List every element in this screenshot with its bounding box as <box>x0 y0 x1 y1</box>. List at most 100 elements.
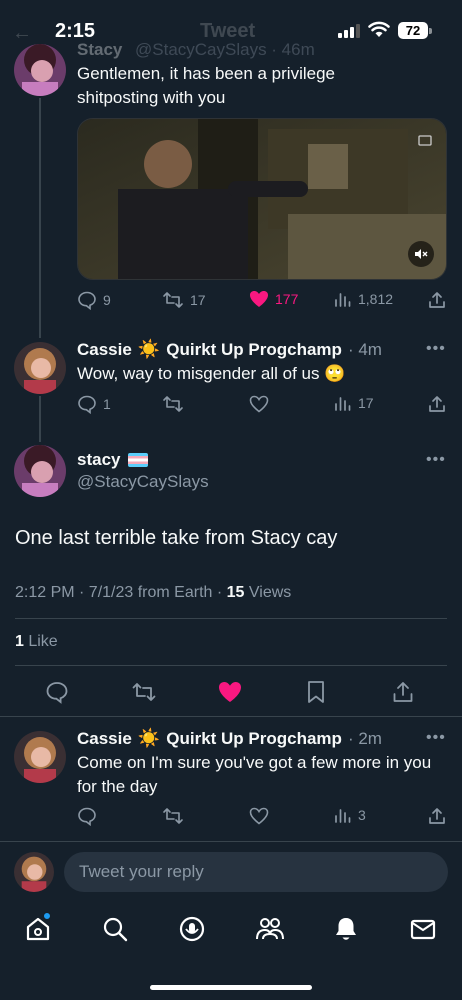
reply-button[interactable] <box>45 680 69 709</box>
author-name[interactable]: Cassie <box>77 340 132 360</box>
reply-icon <box>46 682 68 704</box>
cellular-signal-icon <box>338 24 360 38</box>
avatar[interactable] <box>14 445 66 497</box>
thread-line <box>39 396 41 442</box>
reply-icon <box>78 291 96 310</box>
stacy-avatar[interactable] <box>14 445 66 497</box>
more-options-icon[interactable]: ••• <box>426 451 446 469</box>
reply-time: · 2m <box>347 728 382 748</box>
heart-icon <box>249 395 269 413</box>
bookmark-icon <box>308 681 324 703</box>
retweet-icon <box>163 808 183 824</box>
retweet-button[interactable] <box>131 680 157 709</box>
tweet-text: Gentlemen, it has been a privilege shitp… <box>77 64 335 107</box>
reply-text: Come on I'm sure you've got a few more i… <box>77 753 432 796</box>
author-name[interactable]: Stacy <box>77 40 122 60</box>
author-name[interactable]: Cassie <box>77 729 132 749</box>
avatar[interactable] <box>14 342 66 394</box>
stacy-avatar-image <box>14 44 66 96</box>
sun-emoji-icon: ☀️ <box>137 339 161 359</box>
more-options-icon[interactable]: ••• <box>426 340 446 358</box>
views-action[interactable]: 1,812 <box>334 290 393 308</box>
like-action[interactable]: 177 <box>249 290 298 308</box>
battery-tip <box>429 28 432 34</box>
nav-communities[interactable] <box>255 915 285 948</box>
share-action[interactable] <box>428 395 446 418</box>
retweet-action[interactable] <box>162 806 184 826</box>
views-count: 1,812 <box>358 291 394 307</box>
bookmark-button[interactable] <box>306 680 326 709</box>
nav-notifications[interactable] <box>332 915 360 948</box>
cassie-avatar-image <box>14 731 66 783</box>
author-display-suffix[interactable]: Quirkt Up Progchamp <box>166 729 342 749</box>
share-icon <box>429 396 445 412</box>
reply-count: 1 <box>103 396 111 412</box>
more-options-icon[interactable]: ••• <box>426 729 446 747</box>
views-icon <box>335 397 351 411</box>
wifi-icon <box>368 21 390 37</box>
cassie-avatar[interactable] <box>14 342 66 394</box>
tweet-video[interactable] <box>77 118 447 280</box>
likes-summary[interactable]: 1 Like <box>15 633 58 651</box>
mute-button[interactable] <box>408 241 434 267</box>
author-handle[interactable]: @StacyCaySlays <box>77 472 209 492</box>
notification-dot <box>43 912 51 920</box>
main-author-row: stacy <box>77 450 149 470</box>
nav-search[interactable] <box>101 915 129 948</box>
retweet-count: 17 <box>190 292 206 308</box>
nav-spaces[interactable] <box>178 915 206 948</box>
cassie-avatar[interactable] <box>14 852 54 892</box>
avatar[interactable] <box>14 44 66 96</box>
likes-count: 1 <box>15 633 24 650</box>
divider <box>15 618 447 619</box>
like-action[interactable] <box>249 395 269 413</box>
like-action[interactable] <box>249 807 269 825</box>
stacy-avatar[interactable] <box>14 44 66 96</box>
author-handle-time: @StacyCaySlays · 46m <box>135 40 315 59</box>
author-name[interactable]: stacy <box>77 450 120 470</box>
views-label: Views <box>244 584 292 601</box>
heart-icon <box>249 807 269 825</box>
nav-messages[interactable] <box>409 915 437 948</box>
reply-count: 9 <box>103 292 111 308</box>
main-tweet-text: One last terrible take from Stacy cay <box>15 527 338 549</box>
views-action[interactable]: 3 <box>334 806 366 824</box>
share-action[interactable] <box>428 291 446 314</box>
video-thumbnail <box>78 119 446 279</box>
like-button[interactable] <box>218 681 242 708</box>
home-indicator[interactable] <box>150 985 312 990</box>
messages-icon <box>410 919 436 940</box>
avatar[interactable] <box>14 731 66 783</box>
share-icon <box>393 682 413 702</box>
likes-label: Like <box>23 633 58 650</box>
reply-icon <box>78 807 96 826</box>
my-avatar[interactable] <box>14 852 54 892</box>
retweet-action[interactable]: 17 <box>162 290 206 310</box>
notifications-icon <box>336 918 356 940</box>
divider <box>0 841 462 842</box>
retweet-icon <box>163 396 183 412</box>
timestamp-text: 2:12 PM · 7/1/23 from Earth · <box>15 584 227 601</box>
back-arrow-icon[interactable]: ← <box>12 22 32 45</box>
views-action[interactable]: 17 <box>334 394 374 412</box>
share-button[interactable] <box>392 680 414 709</box>
views-count: 17 <box>358 395 374 411</box>
nav-home[interactable] <box>24 912 52 948</box>
reply-author-row: Cassie ☀️ Quirkt Up Progchamp · 2m <box>77 728 382 749</box>
reply-action[interactable] <box>77 806 97 826</box>
spaces-icon <box>179 916 205 942</box>
views-count: 3 <box>358 807 366 823</box>
reply-input[interactable]: Tweet your reply <box>64 852 448 892</box>
reply-author-row: Cassie ☀️ Quirkt Up Progchamp · 4m <box>77 339 382 360</box>
tweet-timestamp: 2:12 PM · 7/1/23 from Earth · 15 Views <box>15 584 291 602</box>
author-display-suffix[interactable]: Quirkt Up Progchamp <box>166 340 342 360</box>
retweet-action[interactable] <box>162 394 184 414</box>
reply-action[interactable]: 1 <box>77 394 111 414</box>
speaker-muted-icon <box>415 249 428 259</box>
divider <box>15 665 447 666</box>
reply-action[interactable]: 9 <box>77 290 111 310</box>
cassie-avatar-image <box>14 852 54 892</box>
cassie-avatar[interactable] <box>14 731 66 783</box>
share-action[interactable] <box>428 807 446 830</box>
search-icon <box>103 917 128 942</box>
